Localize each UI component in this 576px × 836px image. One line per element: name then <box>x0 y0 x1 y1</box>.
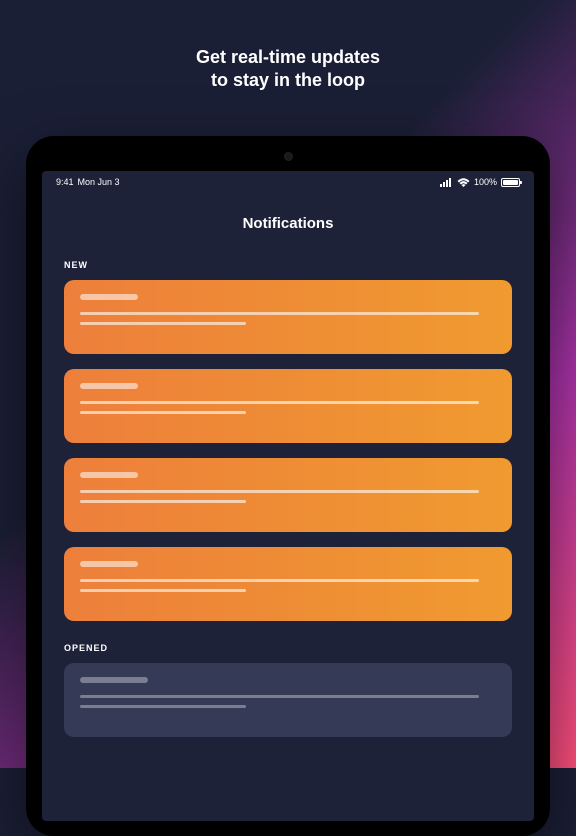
opened-notifications-list <box>42 663 534 737</box>
notification-card-opened[interactable] <box>64 663 512 737</box>
skeleton-line <box>80 579 479 582</box>
notification-card[interactable] <box>64 369 512 443</box>
promo-line-2: to stay in the loop <box>0 69 576 92</box>
skeleton-line <box>80 322 246 325</box>
battery-percent: 100% <box>474 177 497 187</box>
skeleton-title <box>80 561 138 567</box>
battery-icon <box>501 178 520 187</box>
notification-card[interactable] <box>64 458 512 532</box>
status-bar: 9:41 Mon Jun 3 100% <box>42 171 534 189</box>
app-screen: 9:41 Mon Jun 3 100% Notifications NEW <box>42 171 534 821</box>
notification-card[interactable] <box>64 280 512 354</box>
notification-card[interactable] <box>64 547 512 621</box>
skeleton-line <box>80 411 246 414</box>
promo-line-1: Get real-time updates <box>0 46 576 69</box>
new-notifications-list <box>42 280 534 621</box>
status-time: 9:41 <box>56 177 74 187</box>
skeleton-line <box>80 695 479 698</box>
page-title: Notifications <box>42 189 534 260</box>
skeleton-line <box>80 500 246 503</box>
skeleton-line <box>80 705 246 708</box>
skeleton-line <box>80 589 246 592</box>
promo-headline: Get real-time updates to stay in the loo… <box>0 0 576 93</box>
skeleton-title <box>80 383 138 389</box>
signal-icon <box>440 178 453 187</box>
tablet-frame: 9:41 Mon Jun 3 100% Notifications NEW <box>26 136 550 836</box>
section-label-opened: OPENED <box>42 643 534 663</box>
skeleton-title <box>80 294 138 300</box>
skeleton-title <box>80 472 138 478</box>
front-camera <box>284 152 293 161</box>
skeleton-line <box>80 401 479 404</box>
section-label-new: NEW <box>42 260 534 280</box>
skeleton-title <box>80 677 148 683</box>
wifi-icon <box>457 178 470 187</box>
skeleton-line <box>80 490 479 493</box>
status-date: Mon Jun 3 <box>78 177 120 187</box>
skeleton-line <box>80 312 479 315</box>
